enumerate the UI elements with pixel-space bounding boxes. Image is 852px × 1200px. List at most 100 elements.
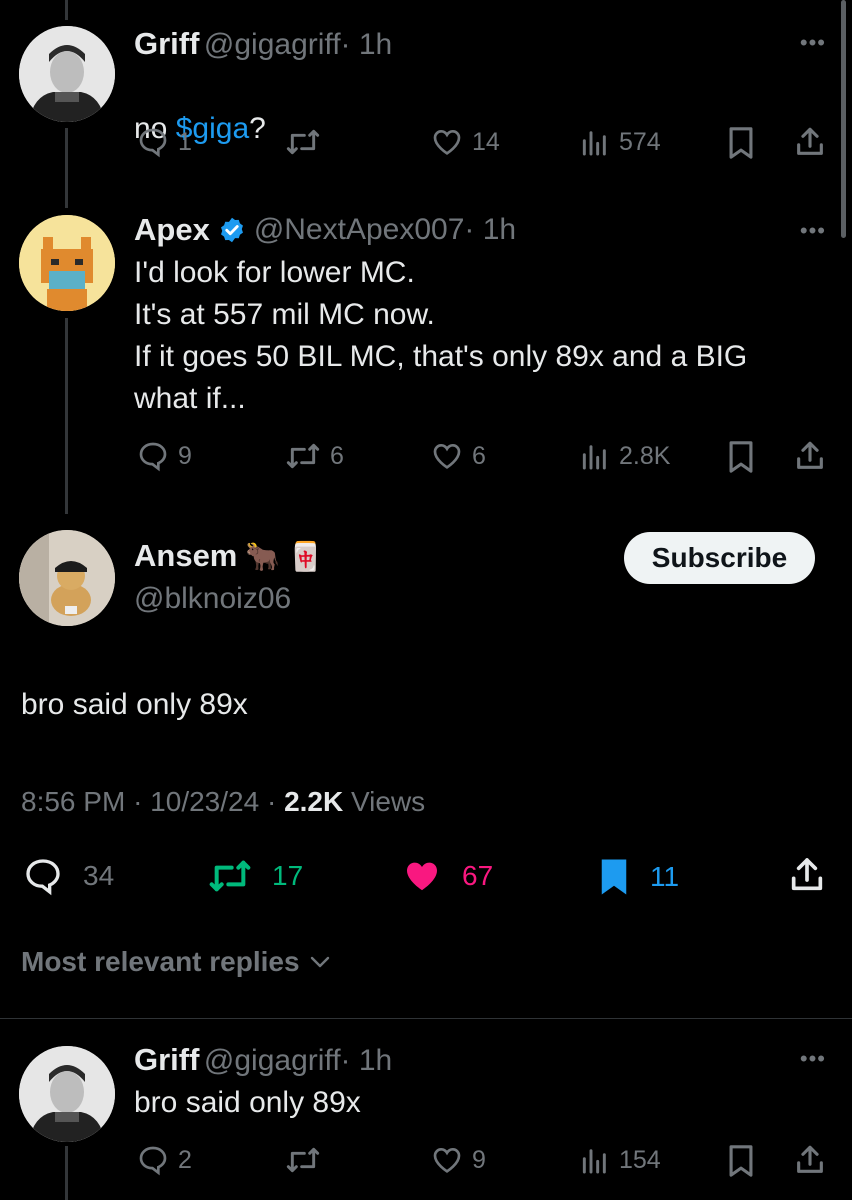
views-count[interactable]: 2.2K bbox=[284, 786, 343, 817]
post-text: bro said only 89x bbox=[21, 688, 248, 721]
reply-icon bbox=[26, 859, 60, 896]
reply-button[interactable]: 34 bbox=[21, 856, 114, 896]
avatar[interactable] bbox=[19, 26, 115, 122]
like-count: 67 bbox=[462, 860, 494, 891]
thread-line bbox=[65, 318, 68, 514]
post-time[interactable]: 8:56 PM bbox=[21, 786, 125, 817]
retweet-icon bbox=[286, 443, 320, 469]
reply-button[interactable]: 9 bbox=[136, 440, 192, 472]
bookmark-count: 11 bbox=[650, 861, 680, 892]
like-count: 14 bbox=[472, 127, 500, 156]
share-icon bbox=[797, 127, 823, 155]
like-button[interactable]: 67 bbox=[400, 856, 493, 896]
share-button[interactable] bbox=[793, 124, 827, 160]
share-button[interactable] bbox=[793, 438, 827, 474]
retweet-icon bbox=[286, 1147, 320, 1173]
more-options-icon[interactable]: ••• bbox=[800, 1046, 826, 1072]
views-icon bbox=[582, 131, 606, 156]
reply-icon bbox=[139, 442, 167, 472]
retweet-button[interactable] bbox=[284, 126, 330, 158]
reply-count: 9 bbox=[178, 441, 192, 470]
avatar[interactable] bbox=[19, 530, 115, 626]
thread-line bbox=[65, 1146, 68, 1200]
author-name[interactable]: Ansem bbox=[134, 538, 237, 574]
like-button[interactable]: 14 bbox=[430, 126, 500, 158]
bookmark-button[interactable] bbox=[726, 1144, 756, 1178]
meta-separator: · bbox=[266, 786, 277, 817]
heart-filled-icon bbox=[407, 862, 437, 891]
retweet-icon bbox=[209, 860, 251, 892]
author-name[interactable]: Griff bbox=[134, 26, 199, 61]
views-icon bbox=[582, 445, 606, 470]
text-suffix: ? bbox=[249, 112, 266, 145]
bookmark-icon bbox=[729, 1145, 753, 1177]
post-text: bro said only 89x bbox=[134, 1086, 361, 1119]
like-count: 9 bbox=[472, 1145, 486, 1174]
like-count: 6 bbox=[472, 441, 486, 470]
author-name[interactable]: Griff bbox=[134, 1042, 199, 1077]
like-button[interactable]: 6 bbox=[430, 440, 486, 472]
retweet-button[interactable]: 6 bbox=[284, 440, 344, 472]
view-count: 154 bbox=[619, 1145, 661, 1174]
views-label: Views bbox=[351, 786, 426, 817]
post-meta: 8:56 PM · 10/23/24 · 2.2K Views bbox=[21, 786, 425, 818]
avatar[interactable] bbox=[19, 215, 115, 311]
divider bbox=[0, 1018, 852, 1019]
share-button[interactable] bbox=[793, 1142, 827, 1178]
bookmark-icon bbox=[729, 127, 753, 159]
thread-line bbox=[65, 0, 68, 20]
mahjong-emoji-icon: 🀄 bbox=[288, 540, 324, 572]
retweet-button[interactable]: 17 bbox=[206, 856, 303, 896]
more-options-icon[interactable]: ••• bbox=[800, 30, 826, 56]
meta-separator: · bbox=[133, 786, 143, 817]
view-count: 574 bbox=[619, 127, 661, 156]
replies-sort-label: Most relevant replies bbox=[21, 946, 300, 977]
views-button[interactable]: 574 bbox=[579, 126, 661, 158]
retweet-icon bbox=[286, 129, 320, 155]
retweet-button[interactable] bbox=[284, 1144, 330, 1176]
author-handle[interactable]: @gigagriff bbox=[204, 28, 341, 61]
reply-count: 2 bbox=[178, 1145, 192, 1174]
author-handle[interactable]: @gigagriff bbox=[204, 1044, 341, 1077]
post-time: · 1h bbox=[340, 1044, 393, 1077]
views-button[interactable]: 154 bbox=[579, 1144, 661, 1176]
like-button[interactable]: 9 bbox=[430, 1144, 486, 1176]
replies-sort-dropdown[interactable]: Most relevant replies bbox=[21, 946, 334, 978]
share-icon bbox=[791, 858, 823, 891]
share-button[interactable] bbox=[787, 854, 827, 896]
author-handle[interactable]: @blknoiz06 bbox=[134, 582, 291, 616]
heart-icon bbox=[433, 443, 461, 469]
view-count: 2.8K bbox=[619, 441, 671, 470]
more-options-icon[interactable]: ••• bbox=[800, 218, 826, 244]
retweet-count: 17 bbox=[272, 860, 304, 891]
bookmark-button[interactable]: 11 bbox=[596, 856, 679, 898]
post-time: · 1h bbox=[464, 213, 517, 246]
reply-icon bbox=[139, 1146, 167, 1176]
post-text: I'd look for lower MC. It's at 557 mil M… bbox=[134, 256, 748, 415]
reply-count: 1 bbox=[178, 127, 192, 156]
post-date[interactable]: 10/23/24 bbox=[150, 786, 259, 817]
reply-count: 34 bbox=[83, 860, 115, 891]
retweet-count: 6 bbox=[330, 441, 344, 470]
share-icon bbox=[797, 1145, 823, 1173]
scrollbar-thumb[interactable] bbox=[841, 0, 846, 238]
author-name[interactable]: Apex bbox=[134, 212, 210, 248]
post-time: · 1h bbox=[340, 28, 393, 61]
reply-button[interactable]: 1 bbox=[136, 126, 192, 158]
views-icon bbox=[582, 1149, 606, 1174]
bookmark-icon bbox=[729, 441, 753, 473]
bookmark-filled-icon bbox=[601, 859, 627, 895]
share-icon bbox=[797, 441, 823, 469]
chevron-down-icon bbox=[310, 956, 329, 968]
avatar[interactable] bbox=[19, 1046, 115, 1142]
bookmark-button[interactable] bbox=[726, 126, 756, 160]
reply-button[interactable]: 2 bbox=[136, 1144, 192, 1176]
bookmark-button[interactable] bbox=[726, 440, 756, 474]
heart-icon bbox=[433, 129, 461, 155]
bull-emoji-icon: 🐂 bbox=[245, 540, 281, 572]
views-button[interactable]: 2.8K bbox=[579, 440, 670, 472]
reply-icon bbox=[139, 128, 167, 158]
author-handle[interactable]: @NextApex007 bbox=[254, 213, 465, 246]
verified-badge-icon bbox=[220, 217, 243, 243]
subscribe-button[interactable]: Subscribe bbox=[624, 532, 815, 584]
